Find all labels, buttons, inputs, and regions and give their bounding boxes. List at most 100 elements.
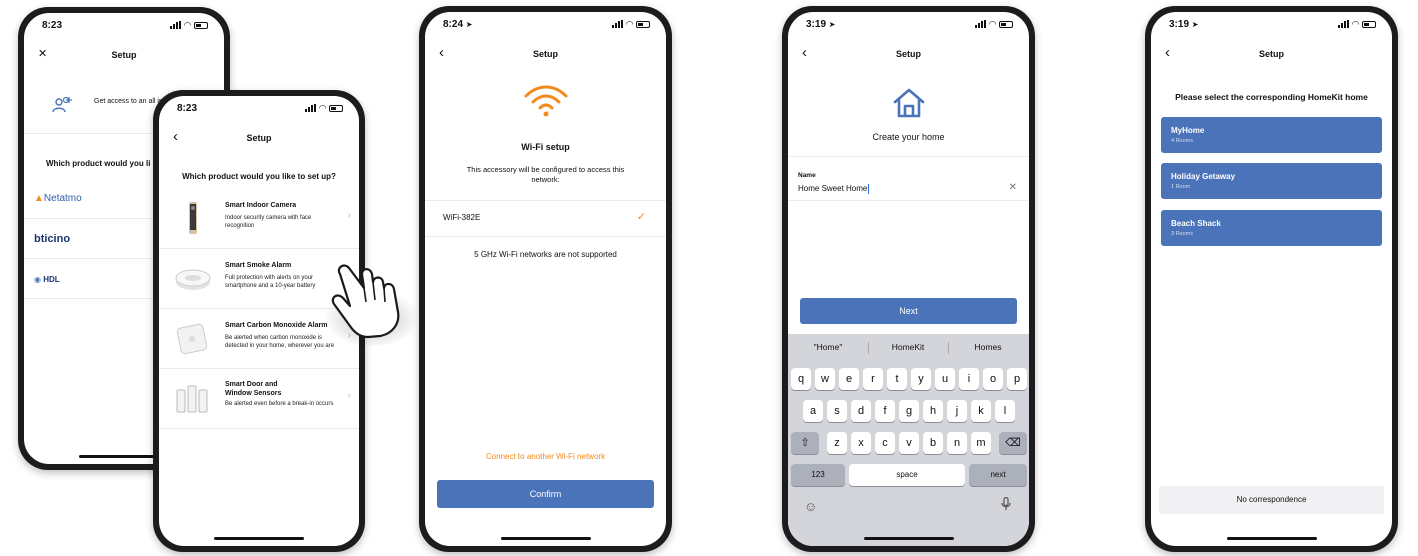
space-key[interactable]: space: [849, 464, 965, 486]
shift-key[interactable]: ⇧: [791, 432, 819, 454]
battery-icon: [1362, 20, 1376, 28]
brand-bticino[interactable]: bticino: [34, 233, 70, 245]
phone-3-frame: 8:24 ➤ ◠ ‹ Setup Wi-Fi setup This access…: [419, 6, 672, 552]
chevron-right-icon: ›: [347, 210, 351, 221]
other-network-link[interactable]: Connect to another Wi-Fi network: [425, 452, 666, 461]
tap-hand-icon: [312, 244, 422, 354]
network-row[interactable]: WiFi-382E ✓: [425, 200, 666, 236]
key-u[interactable]: u: [935, 368, 955, 390]
key-y[interactable]: y: [911, 368, 931, 390]
suggestion-3[interactable]: Homes: [952, 342, 1024, 352]
home-name: Holiday Getaway: [1171, 172, 1236, 181]
key-f[interactable]: f: [875, 400, 895, 422]
phone-5-frame: 3:19 ➤ ◠ ‹ Setup Please select the corre…: [1145, 6, 1398, 552]
wifi-setup-subtitle: This accessory will be configured to acc…: [466, 165, 625, 184]
home-rooms: 4 Rooms: [1171, 138, 1194, 144]
nav-title: Setup: [1258, 49, 1284, 59]
key-v[interactable]: v: [899, 432, 919, 454]
key-k[interactable]: k: [971, 400, 991, 422]
key-n[interactable]: n: [947, 432, 967, 454]
emoji-icon[interactable]: ☺: [804, 499, 817, 514]
phone-3-screen: 8:24 ➤ ◠ ‹ Setup Wi-Fi setup This access…: [425, 12, 666, 546]
product-item-door-window-sensors[interactable]: Smart Door and Window Sensors Be alerted…: [159, 368, 359, 428]
key-b[interactable]: b: [923, 432, 943, 454]
wifi-status-icon: ◠: [989, 19, 996, 29]
key-m[interactable]: m: [971, 432, 991, 454]
backspace-key[interactable]: ⌫: [999, 432, 1027, 454]
suggestion-1[interactable]: "Home": [792, 342, 864, 352]
status-time-text: 3:19: [806, 19, 827, 30]
homekit-home-item[interactable]: MyHome 4 Rooms: [1161, 117, 1382, 153]
key-g[interactable]: g: [899, 400, 919, 422]
create-home-heading: Create your home: [872, 132, 945, 142]
nav-bar: ✕ Setup: [24, 43, 224, 67]
product-name: Smart Smoke Alarm: [225, 262, 292, 269]
nav-bar: ‹ Setup: [1151, 42, 1392, 66]
divider: [788, 200, 1029, 201]
status-time: 8:24 ➤: [443, 19, 473, 30]
status-time: 8:23: [177, 103, 198, 114]
key-d[interactable]: d: [851, 400, 871, 422]
battery-icon: [999, 20, 1013, 28]
home-indicator: [863, 537, 954, 540]
key-t[interactable]: t: [887, 368, 907, 390]
key-p[interactable]: p: [1007, 368, 1027, 390]
homekit-home-item[interactable]: Beach Shack 3 Rooms: [1161, 210, 1382, 246]
key-i[interactable]: i: [959, 368, 979, 390]
nav-bar: ‹ Setup: [425, 42, 666, 66]
shift-icon: ⇧: [800, 437, 810, 449]
key-c[interactable]: c: [875, 432, 895, 454]
product-item-indoor-camera[interactable]: Smart Indoor Camera Indoor security came…: [159, 188, 359, 248]
signal-icon: [170, 21, 182, 29]
key-j[interactable]: j: [947, 400, 967, 422]
homekit-home-item[interactable]: Holiday Getaway 1 Room: [1161, 163, 1382, 199]
signal-icon: [1338, 20, 1350, 28]
microphone-icon[interactable]: [1001, 496, 1011, 514]
home-name: Beach Shack: [1171, 219, 1221, 228]
key-z[interactable]: z: [827, 432, 847, 454]
location-arrow-icon: ➤: [465, 20, 473, 29]
key-a[interactable]: a: [803, 400, 823, 422]
location-arrow-icon: ➤: [1191, 20, 1199, 29]
5ghz-note: 5 GHz Wi-Fi networks are not supported: [474, 250, 617, 259]
key-r[interactable]: r: [863, 368, 883, 390]
home-name-input[interactable]: Home Sweet Home: [798, 184, 870, 194]
key-x[interactable]: x: [851, 432, 871, 454]
key-s[interactable]: s: [827, 400, 847, 422]
phone-4-screen: 3:19 ➤ ◠ ‹ Setup Create your home Name H…: [788, 12, 1029, 546]
status-bar: 8:23 ◠: [173, 103, 345, 117]
suggestion-2[interactable]: HomeKit: [872, 342, 944, 352]
battery-icon: [636, 20, 650, 28]
status-icons: ◠: [1338, 20, 1376, 29]
brand-hdl[interactable]: ◉ HDL: [34, 275, 60, 284]
brand-netatmo-label: Netatmo: [43, 193, 82, 204]
key-q[interactable]: q: [791, 368, 811, 390]
no-correspondence-button[interactable]: No correspondence: [1159, 486, 1384, 514]
status-bar: 8:24 ➤ ◠: [439, 19, 652, 33]
confirm-button[interactable]: Confirm: [437, 480, 654, 508]
key-e[interactable]: e: [839, 368, 859, 390]
suggestion-separator: [868, 342, 869, 354]
keyboard: "Home" HomeKit Homes q w e r t y u i o p…: [788, 334, 1029, 546]
network-name: WiFi-382E: [443, 213, 481, 222]
brand-netatmo[interactable]: ▲Netatmo: [34, 193, 82, 204]
key-o[interactable]: o: [983, 368, 1003, 390]
home-indicator: [214, 537, 304, 540]
smoke-alarm-icon: [173, 258, 213, 298]
home-indicator: [1226, 537, 1317, 540]
signal-icon: [305, 104, 317, 112]
next-key[interactable]: next: [969, 464, 1027, 486]
location-arrow-icon: ➤: [828, 20, 836, 29]
nav-title: Setup: [246, 133, 272, 143]
clear-icon[interactable]: ✕: [1009, 182, 1017, 193]
status-time: 3:19 ➤: [806, 19, 836, 30]
name-label: Name: [798, 172, 816, 179]
home-rooms: 3 Rooms: [1171, 231, 1194, 237]
product-question: Which product would you li: [46, 159, 151, 168]
key-l[interactable]: l: [995, 400, 1015, 422]
product-name: Smart Indoor Camera: [225, 202, 297, 209]
numbers-key[interactable]: 123: [791, 464, 845, 486]
next-button[interactable]: Next: [800, 298, 1017, 324]
key-w[interactable]: w: [815, 368, 835, 390]
key-h[interactable]: h: [923, 400, 943, 422]
